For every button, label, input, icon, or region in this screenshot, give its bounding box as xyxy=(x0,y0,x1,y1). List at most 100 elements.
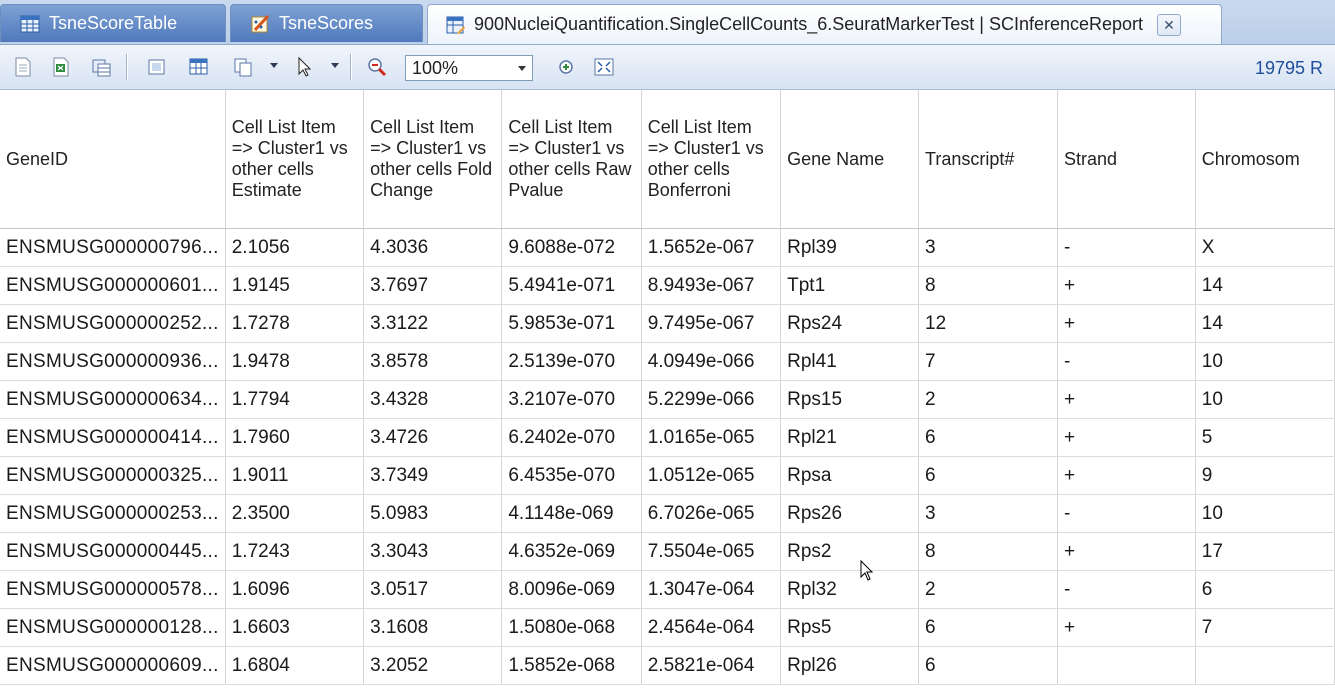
table-cell: Rps15 xyxy=(780,380,920,419)
table-cell: 3.4328 xyxy=(363,380,503,419)
table-cell: 6 xyxy=(918,608,1058,647)
table-cell: 8 xyxy=(918,266,1058,305)
zoom-out-button[interactable] xyxy=(366,56,388,78)
table-cell: 1.7960 xyxy=(225,418,365,457)
table-row[interactable]: ENSMUSG000000128... 1.6603 3.1608 1.5080e-0… xyxy=(0,608,1335,647)
column-header[interactable]: Cell List Item => Cluster1 vs other cell… xyxy=(225,90,365,229)
export-grid-button[interactable] xyxy=(90,56,112,78)
table-row[interactable]: ENSMUSG000000414... 1.7960 3.4726 6.2402e-0… xyxy=(0,418,1335,457)
tab-tsne-scores[interactable]: TsneScores xyxy=(230,4,423,42)
gene-id-cell: ENSMUSG000000128... xyxy=(0,608,226,647)
column-header[interactable]: Cell List Item => Cluster1 vs other cell… xyxy=(363,90,503,229)
table-row[interactable]: ENSMUSG000000796... 2.1056 4.3036 9.6088e-0… xyxy=(0,228,1335,267)
table-cell: 4.6352e-069 xyxy=(501,532,642,571)
table-cell xyxy=(1057,646,1196,685)
table-row[interactable]: ENSMUSG000000252... 1.7278 3.3122 5.9853e-0… xyxy=(0,304,1335,343)
table-cell: 10 xyxy=(1195,494,1335,533)
table-cell: X xyxy=(1195,228,1335,267)
table-cell: Rps26 xyxy=(780,494,920,533)
column-header[interactable]: Cell List Item => Cluster1 vs other cell… xyxy=(501,90,642,229)
table-cell: + xyxy=(1057,380,1196,419)
table-cell: 6.2402e-070 xyxy=(501,418,642,457)
gene-id-cell: ENSMUSG000000634... xyxy=(0,380,226,419)
tab-tsne-score-table[interactable]: TsneScoreTable xyxy=(0,4,226,42)
table-cell: 2.3500 xyxy=(225,494,365,533)
table-cell: Rpsa xyxy=(780,456,920,495)
table-cell: 7.5504e-065 xyxy=(641,532,782,571)
table-cell: 14 xyxy=(1195,266,1335,305)
table-cell: 3.0517 xyxy=(363,570,503,609)
table-row[interactable]: ENSMUSG000000634... 1.7794 3.4328 3.2107e-0… xyxy=(0,380,1335,419)
gene-id-cell: ENSMUSG000000414... xyxy=(0,418,226,457)
table-cell: - xyxy=(1057,570,1196,609)
chevron-down-icon[interactable] xyxy=(270,63,278,68)
close-icon: ✕ xyxy=(1163,16,1175,33)
column-header[interactable]: Chromosom xyxy=(1195,90,1335,229)
close-tab-button[interactable]: ✕ xyxy=(1157,13,1182,36)
table-cell: Rpl26 xyxy=(780,646,920,685)
gene-id-cell: ENSMUSG000000936... xyxy=(0,342,226,381)
chevron-down-icon[interactable] xyxy=(331,63,339,68)
document-tab-bar: TsneScoreTable TsneScores 900NucleiQuant… xyxy=(0,0,1335,45)
gene-id-cell: ENSMUSG000000445... xyxy=(0,532,226,571)
table-cell: Rpl39 xyxy=(780,228,920,267)
table-cell: 8 xyxy=(918,532,1058,571)
column-header[interactable]: Strand xyxy=(1057,90,1196,229)
table-cell: 10 xyxy=(1195,342,1335,381)
table-cell: 1.6096 xyxy=(225,570,365,609)
export-text-button[interactable] xyxy=(12,56,34,78)
table-row[interactable]: ENSMUSG000000253... 2.3500 5.0983 4.1148e-0… xyxy=(0,494,1335,533)
table-cell: 2.5821e-064 xyxy=(641,646,782,685)
table-cell: 1.5080e-068 xyxy=(501,608,642,647)
table-cell: 1.7243 xyxy=(225,532,365,571)
pointer-icon xyxy=(298,56,312,77)
export-excel-button[interactable] xyxy=(50,56,72,78)
table-cell: 5.4941e-071 xyxy=(501,266,642,305)
zoom-in-button[interactable] xyxy=(555,56,577,78)
copy-button[interactable] xyxy=(232,56,254,78)
table-select-icon xyxy=(189,58,208,75)
table-cell: 1.7794 xyxy=(225,380,365,419)
select-columns-button[interactable] xyxy=(188,56,210,78)
table-cell: 1.9145 xyxy=(225,266,365,305)
tab-label: 900NucleiQuantification.SingleCellCounts… xyxy=(474,14,1144,34)
table-row[interactable]: ENSMUSG000000445... 1.7243 3.3043 4.6352e-0… xyxy=(0,532,1335,571)
copy-icon xyxy=(234,58,252,77)
table-row[interactable]: ENSMUSG000000325... 1.9011 3.7349 6.4535e-0… xyxy=(0,456,1335,495)
column-header[interactable]: Gene Name xyxy=(780,90,920,229)
table-cell: + xyxy=(1057,608,1196,647)
table-row[interactable]: ENSMUSG000000578... 1.6096 3.0517 8.0096e-0… xyxy=(0,570,1335,609)
fit-to-window-button[interactable] xyxy=(593,56,615,78)
gene-id-cell: ENSMUSG000000796... xyxy=(0,228,226,267)
view-button[interactable] xyxy=(146,56,168,78)
pointer-tool-button[interactable] xyxy=(294,56,316,78)
table-cell: Tpt1 xyxy=(780,266,920,305)
report-icon xyxy=(444,14,466,36)
column-header[interactable]: GeneID xyxy=(0,90,226,229)
column-header[interactable]: Cell List Item => Cluster1 vs other cell… xyxy=(641,90,782,229)
table-cell: Rps24 xyxy=(780,304,920,343)
zoom-select[interactable]: 100% xyxy=(405,55,533,81)
results-table: GeneID Cell List Item => Cluster1 vs oth… xyxy=(0,90,1335,685)
table-cell: 3.7349 xyxy=(363,456,503,495)
tab-sc-inference-report[interactable]: 900NucleiQuantification.SingleCellCounts… xyxy=(427,4,1222,44)
table-cell: + xyxy=(1057,532,1196,571)
fit-window-icon xyxy=(594,58,614,76)
chevron-down-icon xyxy=(518,66,526,71)
table-cell: 6 xyxy=(918,456,1058,495)
table-cell: 6 xyxy=(918,646,1058,685)
table-cell: + xyxy=(1057,266,1196,305)
table-cell: + xyxy=(1057,456,1196,495)
row-count: 19795 R xyxy=(1254,58,1323,78)
gene-id-cell: ENSMUSG000000578... xyxy=(0,570,226,609)
gene-id-cell: ENSMUSG000000325... xyxy=(0,456,226,495)
table-row[interactable]: ENSMUSG000000936... 1.9478 3.8578 2.5139e-0… xyxy=(0,342,1335,381)
table-row[interactable]: ENSMUSG000000609... 1.6804 3.2052 1.5852e-0… xyxy=(0,646,1335,685)
column-header[interactable]: Transcript# xyxy=(918,90,1058,229)
table-cell: 1.3047e-064 xyxy=(641,570,782,609)
table-cell: 3.2107e-070 xyxy=(501,380,642,419)
table-cell: 4.0949e-066 xyxy=(641,342,782,381)
gene-id-cell: ENSMUSG000000609... xyxy=(0,646,226,685)
table-cell: 5.0983 xyxy=(363,494,503,533)
table-row[interactable]: ENSMUSG000000601... 1.9145 3.7697 5.4941e-0… xyxy=(0,266,1335,305)
